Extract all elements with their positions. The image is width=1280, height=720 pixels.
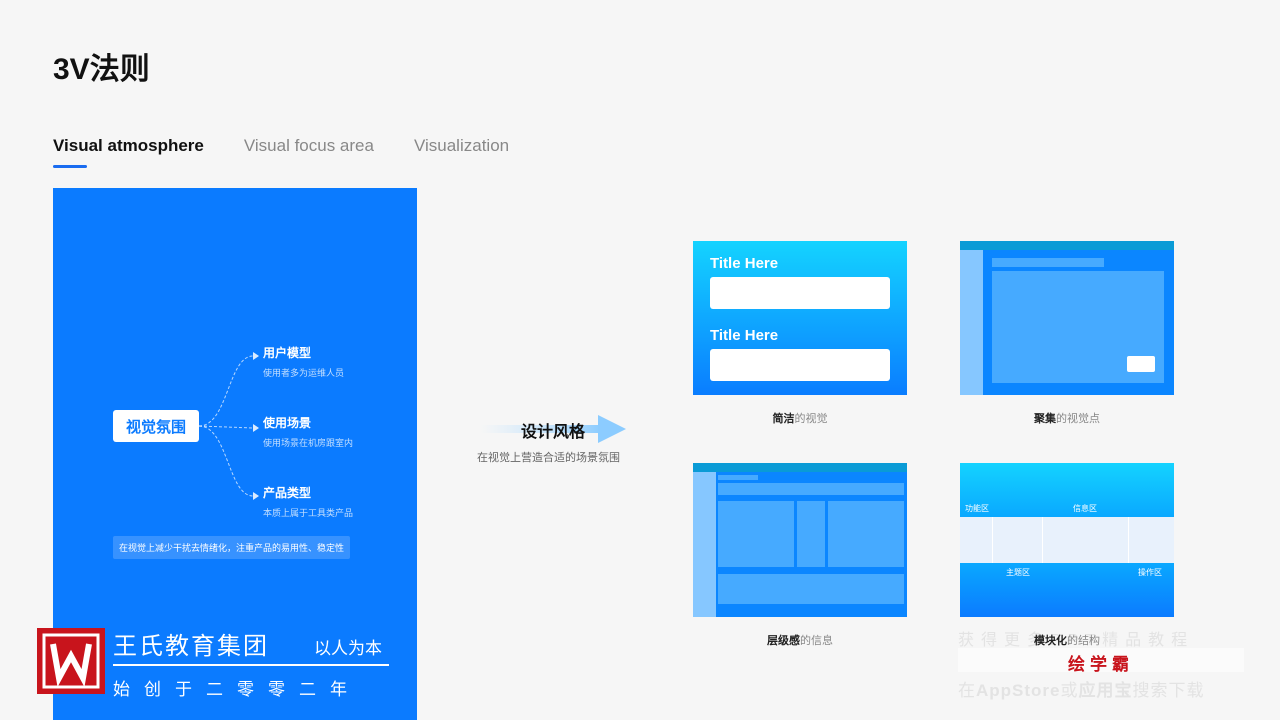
card-block — [828, 501, 904, 567]
card-simple: Title Here Title Here — [693, 241, 907, 395]
label-function-area: 功能区 — [965, 504, 989, 513]
design-style-title: 设计风格 — [521, 424, 586, 441]
caption-rest: 的结构 — [1067, 635, 1100, 647]
branch-sub: 使用者多为运维人员 — [263, 368, 345, 378]
caption-bold: 层级感 — [767, 635, 800, 647]
branch-title: 产品类型 — [263, 486, 312, 500]
design-style-subtitle: 在视觉上营造合适的场景氛围 — [477, 452, 620, 464]
wm-prefix: 在 — [958, 681, 976, 700]
branch-title: 用户模型 — [263, 346, 312, 360]
brand-name: 王氏教育集团 — [113, 633, 269, 660]
branch-sub: 使用场景在机房跟室内 — [263, 438, 354, 448]
card-input-1 — [710, 277, 890, 309]
card-modular: 功能区 信息区 主题区 操作区 — [960, 463, 1174, 617]
card-focus — [960, 241, 1174, 395]
wm-app: 应用宝 — [1078, 681, 1133, 700]
caption-rest: 的视觉 — [794, 413, 828, 425]
tab-visual-focus-area[interactable]: Visual focus area — [244, 136, 374, 162]
watermark-brand: 绘学霸 — [1068, 655, 1134, 674]
card-topbar — [693, 463, 907, 472]
wm-mid: 或 — [1060, 681, 1079, 700]
card-block — [718, 483, 904, 495]
wm-store: AppStore — [976, 681, 1061, 700]
tab-visualization[interactable]: Visualization — [414, 136, 509, 162]
card-top-region — [960, 463, 1174, 517]
card-hierarchy — [693, 463, 907, 617]
brand-logo-icon — [37, 628, 105, 694]
card-topbar — [960, 241, 1174, 250]
card-block — [797, 501, 825, 567]
caption-bold: 模块化 — [1034, 635, 1067, 647]
card-block — [718, 475, 758, 480]
center-node: 视觉氛围 — [113, 410, 199, 442]
card-focus-button — [1127, 356, 1155, 372]
brand-slogan: 以人为本 — [314, 639, 382, 658]
caption-rest: 的视觉点 — [1056, 413, 1100, 425]
watermark-line3: 在AppStore或应用宝搜索下载 — [958, 676, 1205, 701]
label-main-area: 主题区 — [1006, 568, 1030, 577]
tab-bar: Visual atmosphere Visual focus area Visu… — [53, 136, 509, 168]
panel-note: 在视觉上减少干扰去情绪化，注重产品的易用性、稳定性 — [113, 536, 351, 559]
card-sidebar — [960, 250, 983, 395]
tab-visual-atmosphere[interactable]: Visual atmosphere — [53, 136, 204, 168]
card-block — [718, 501, 794, 567]
card-mid-band — [960, 517, 1174, 563]
wm-suffix: 搜索下载 — [1132, 681, 1205, 700]
branch-use-scene: 使用场景 使用场景在机房跟室内 — [263, 414, 353, 449]
card-block — [718, 574, 904, 604]
card-sidebar — [693, 472, 716, 617]
card-caption-simple: 简洁的视觉 — [693, 410, 907, 426]
card-caption-hierarchy: 层级感的信息 — [693, 632, 907, 648]
caption-bold: 聚集 — [1034, 413, 1056, 425]
branch-user-model: 用户模型 使用者多为运维人员 — [263, 344, 344, 379]
card-caption-focus: 聚集的视觉点 — [960, 410, 1174, 426]
brand-divider — [113, 664, 389, 666]
caption-rest: 的信息 — [800, 635, 833, 647]
card-block — [992, 258, 1104, 267]
branch-product-type: 产品类型 本质上属于工具类产品 — [263, 484, 353, 519]
card-caption-modular: 模块化的结构 — [960, 632, 1174, 648]
card-title-1: Title Here — [710, 255, 779, 272]
caption-bold: 简洁 — [772, 413, 795, 425]
label-info-area: 信息区 — [1073, 504, 1097, 513]
brand-since: 始创于二零零二年 — [113, 680, 361, 699]
label-ops-area: 操作区 — [1138, 568, 1162, 577]
page-title: 3V法则 — [53, 53, 150, 86]
branch-sub: 本质上属于工具类产品 — [263, 508, 354, 518]
card-input-2 — [710, 349, 890, 381]
card-title-2: Title Here — [710, 327, 779, 344]
branch-title: 使用场景 — [263, 416, 312, 430]
